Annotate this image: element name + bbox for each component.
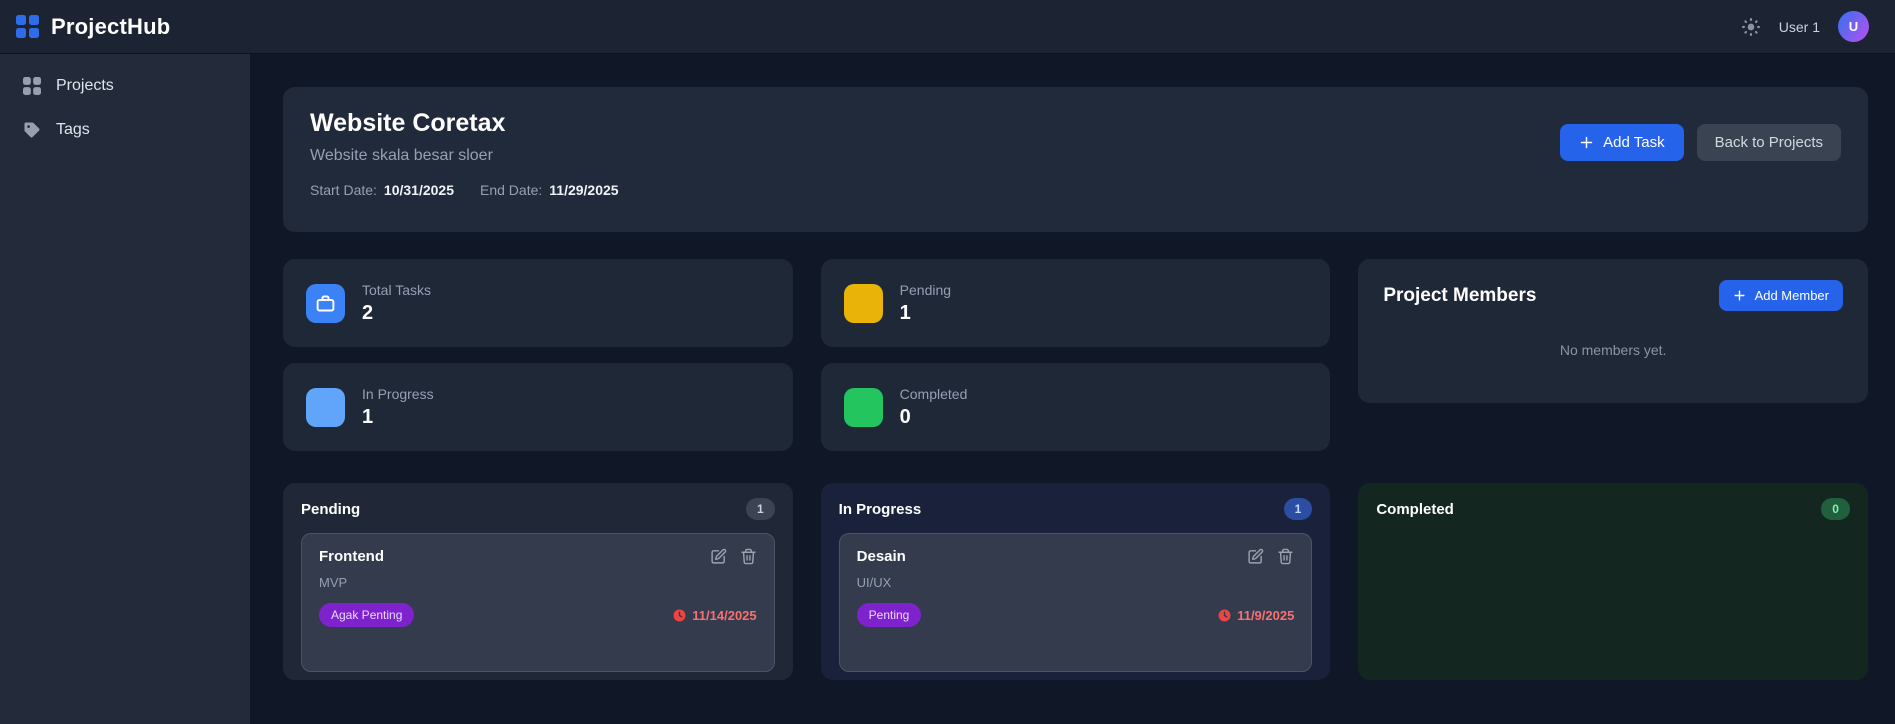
task-card-desain[interactable]: Desain UI/UX Penting 11/9/2025 bbox=[838, 533, 1313, 672]
column-title: Pending bbox=[301, 500, 361, 518]
grid-icon bbox=[23, 77, 41, 95]
stat-value: 1 bbox=[362, 405, 374, 428]
plus-icon bbox=[1579, 135, 1594, 150]
add-member-button[interactable]: Add Member bbox=[1718, 280, 1843, 311]
column-count-badge: 1 bbox=[745, 498, 775, 520]
completed-color-square bbox=[843, 387, 883, 427]
task-tag-badge: Penting bbox=[856, 603, 922, 627]
add-task-label: Add Task bbox=[1603, 134, 1665, 151]
trash-icon bbox=[1277, 548, 1294, 565]
stat-label: Completed bbox=[899, 385, 968, 402]
stat-label: Pending bbox=[899, 281, 952, 298]
column-title: Completed bbox=[1376, 500, 1454, 518]
stat-label: Total Tasks bbox=[362, 281, 431, 298]
sidebar-item-label: Tags bbox=[56, 121, 90, 138]
start-date-value: 10/31/2025 bbox=[383, 182, 454, 198]
kanban-board: Pending 1 Frontend MVP Agak Penting 11/1… bbox=[283, 483, 1868, 680]
sidebar: Projects Tags bbox=[0, 54, 250, 724]
trash-icon bbox=[740, 548, 757, 565]
column-completed: Completed 0 bbox=[1358, 483, 1868, 680]
column-in-progress: In Progress 1 Desain UI/UX Penting 11/9/… bbox=[820, 483, 1331, 680]
stat-card-in-progress: In Progress 1 bbox=[283, 363, 793, 451]
edit-icon bbox=[1247, 548, 1264, 565]
task-description: UI/UX bbox=[856, 575, 892, 590]
main-content: Website Coretax Website skala besar sloe… bbox=[250, 54, 1895, 724]
task-due-date: 11/9/2025 bbox=[1218, 608, 1294, 623]
task-description: MVP bbox=[319, 575, 348, 590]
stat-label: In Progress bbox=[362, 385, 434, 402]
stat-card-completed: Completed 0 bbox=[820, 363, 1331, 451]
stat-value: 1 bbox=[899, 301, 911, 324]
project-members-card: Project Members Add Member No members ye… bbox=[1358, 259, 1868, 403]
task-card-frontend[interactable]: Frontend MVP Agak Penting 11/14/2025 bbox=[301, 533, 775, 672]
user-name: User 1 bbox=[1778, 18, 1820, 35]
start-date-label: Start Date: bbox=[310, 182, 377, 198]
stat-value: 0 bbox=[899, 405, 911, 428]
members-empty-text: No members yet. bbox=[1559, 342, 1667, 358]
task-title: Desain bbox=[856, 548, 906, 565]
app-title: ProjectHub bbox=[51, 13, 171, 39]
delete-task-button[interactable] bbox=[740, 548, 757, 565]
project-subtitle: Website skala besar sloer bbox=[310, 147, 493, 164]
edit-task-button[interactable] bbox=[710, 548, 727, 565]
end-date-value: 11/29/2025 bbox=[549, 182, 619, 198]
delete-task-button[interactable] bbox=[1277, 548, 1294, 565]
members-title: Project Members bbox=[1383, 284, 1537, 306]
sidebar-item-projects[interactable]: Projects bbox=[0, 64, 250, 108]
back-to-projects-label: Back to Projects bbox=[1714, 134, 1823, 151]
task-title: Frontend bbox=[319, 548, 384, 565]
theme-toggle-button[interactable] bbox=[1741, 17, 1761, 37]
tag-icon bbox=[23, 121, 41, 139]
stat-value: 2 bbox=[362, 301, 374, 324]
column-title: In Progress bbox=[838, 500, 922, 518]
back-to-projects-button[interactable]: Back to Projects bbox=[1696, 124, 1841, 161]
add-task-button[interactable]: Add Task bbox=[1560, 124, 1684, 161]
topbar: ProjectHub User 1 U bbox=[0, 0, 1895, 54]
column-pending: Pending 1 Frontend MVP Agak Penting 11/1… bbox=[283, 483, 793, 680]
stat-card-total-tasks: Total Tasks 2 bbox=[283, 259, 793, 347]
in-progress-color-square bbox=[306, 387, 345, 427]
column-count-badge: 1 bbox=[1283, 498, 1313, 520]
stats-grid: Total Tasks 2 Pending 1 In Progress 1 Co… bbox=[283, 259, 1868, 451]
project-dates: Start Date: 10/31/2025 End Date: 11/29/2… bbox=[310, 182, 619, 198]
add-member-label: Add Member bbox=[1754, 288, 1829, 303]
plus-icon bbox=[1733, 289, 1746, 302]
sidebar-item-tags[interactable]: Tags bbox=[0, 108, 250, 152]
edit-icon bbox=[710, 548, 727, 565]
due-date-text: 11/9/2025 bbox=[1237, 607, 1295, 623]
clock-icon bbox=[1218, 609, 1231, 622]
project-header-card: Website Coretax Website skala besar sloe… bbox=[283, 87, 1868, 232]
brand: ProjectHub bbox=[16, 14, 170, 40]
avatar-initial: U bbox=[1848, 19, 1859, 34]
total-tasks-square bbox=[306, 283, 345, 323]
pending-color-square bbox=[843, 283, 883, 323]
due-date-text: 11/14/2025 bbox=[692, 607, 757, 623]
task-tag-badge: Agak Penting bbox=[319, 603, 415, 627]
task-due-date: 11/14/2025 bbox=[673, 607, 757, 623]
stat-card-pending: Pending 1 bbox=[820, 259, 1331, 347]
project-title: Website Coretax bbox=[310, 109, 506, 137]
end-date-label: End Date: bbox=[480, 182, 543, 198]
app-logo-icon bbox=[16, 15, 39, 38]
edit-task-button[interactable] bbox=[1247, 548, 1264, 565]
briefcase-icon bbox=[315, 293, 336, 314]
clock-icon bbox=[673, 609, 686, 622]
sidebar-item-label: Projects bbox=[56, 77, 114, 94]
sun-icon bbox=[1741, 17, 1761, 37]
column-count-badge: 0 bbox=[1821, 498, 1850, 520]
user-avatar[interactable]: U bbox=[1838, 11, 1869, 42]
